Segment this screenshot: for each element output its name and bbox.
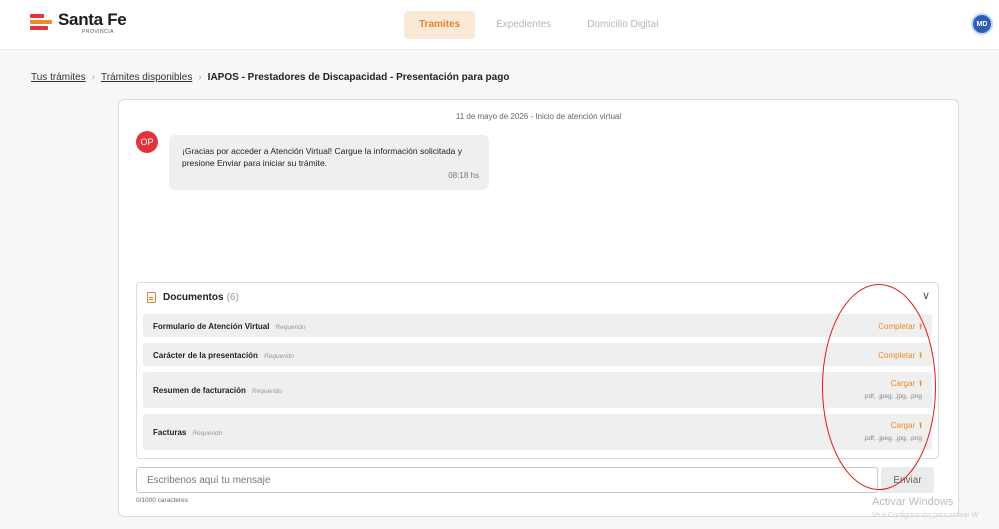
tab-expedientes[interactable]: Expedientes [481,11,566,39]
red-circle-annotation [822,284,936,490]
document-row: Formulario de Atención Virtual Requerido … [143,314,932,337]
chat-message-bubble: ¡Gracias por acceder a Atención Virtual!… [169,135,489,190]
breadcrumb-tus-tramites[interactable]: Tus trámites [31,72,86,83]
logo-title: Santa Fe [58,10,127,29]
main-nav: Tramites Expedientes Domicilio Digital [404,11,679,39]
document-name: Formulario de Atención Virtual [153,322,270,331]
top-header: Santa Fe PROVINCIA Tramites Expedientes … [0,0,999,50]
breadcrumb-tramites-disponibles[interactable]: Trámites disponibles [101,72,192,83]
windows-activation-title: Activar Windows [872,496,954,508]
document-name: Facturas [153,428,187,437]
character-count: 0/1000 caracteres [136,497,189,504]
documents-header: Documentos (6) [147,292,239,303]
document-name: Resumen de facturación [153,386,246,395]
chevron-down-icon[interactable]: ∨ [922,289,930,302]
document-status: Requerido [275,324,306,331]
chat-panel: 11 de mayo de 2026 - Inicio de atención … [118,99,959,517]
documents-count: (6) [226,292,239,303]
document-icon [147,292,156,303]
document-name-wrap: Facturas Requerido [153,428,222,437]
document-status: Requerido [251,388,282,395]
operator-avatar: OP [136,131,158,153]
santa-fe-logo-icon [30,13,54,33]
breadcrumb-current: IAPOS - Prestadores de Discapacidad - Pr… [207,72,510,83]
windows-activation-subtitle: Ve a Configuración para activar W [872,512,979,519]
document-row: Resumen de facturación Requerido Cargar ⭱ … [143,372,932,408]
documents-title: Documentos [163,292,224,303]
chat-message-text: ¡Gracias por acceder a Atención Virtual!… [182,146,463,168]
document-name-wrap: Resumen de facturación Requerido [153,386,282,395]
document-status: Requerido [263,353,294,360]
breadcrumb: Tus trámites › Trámites disponibles › IA… [31,72,509,83]
message-input[interactable] [136,467,878,493]
document-row: Facturas Requerido Cargar ⭱ .pdf, .jpeg, .… [143,414,932,450]
santa-fe-logo[interactable]: Santa Fe PROVINCIA [30,10,127,35]
document-name-wrap: Formulario de Atención Virtual Requerido [153,322,305,331]
document-name-wrap: Carácter de la presentación Requerido [153,351,294,360]
chevron-right-icon: › [91,72,95,83]
tab-domicilio-digital[interactable]: Domicilio Digital [572,11,673,39]
logo-subtitle: PROVINCIA [82,29,115,35]
user-avatar[interactable]: MD [973,15,991,33]
document-status: Requerido [192,430,223,437]
chevron-right-icon: › [198,72,202,83]
documents-section: Documentos (6) ∨ Formulario de Atención … [136,282,939,459]
chat-message-time: 08:18 hs [448,171,479,180]
chat-date-line: 11 de mayo de 2026 - Inicio de atención … [455,112,622,121]
tab-tramites[interactable]: Tramites [404,11,476,39]
document-name: Carácter de la presentación [153,351,258,360]
document-row: Carácter de la presentación Requerido Com… [143,343,932,366]
